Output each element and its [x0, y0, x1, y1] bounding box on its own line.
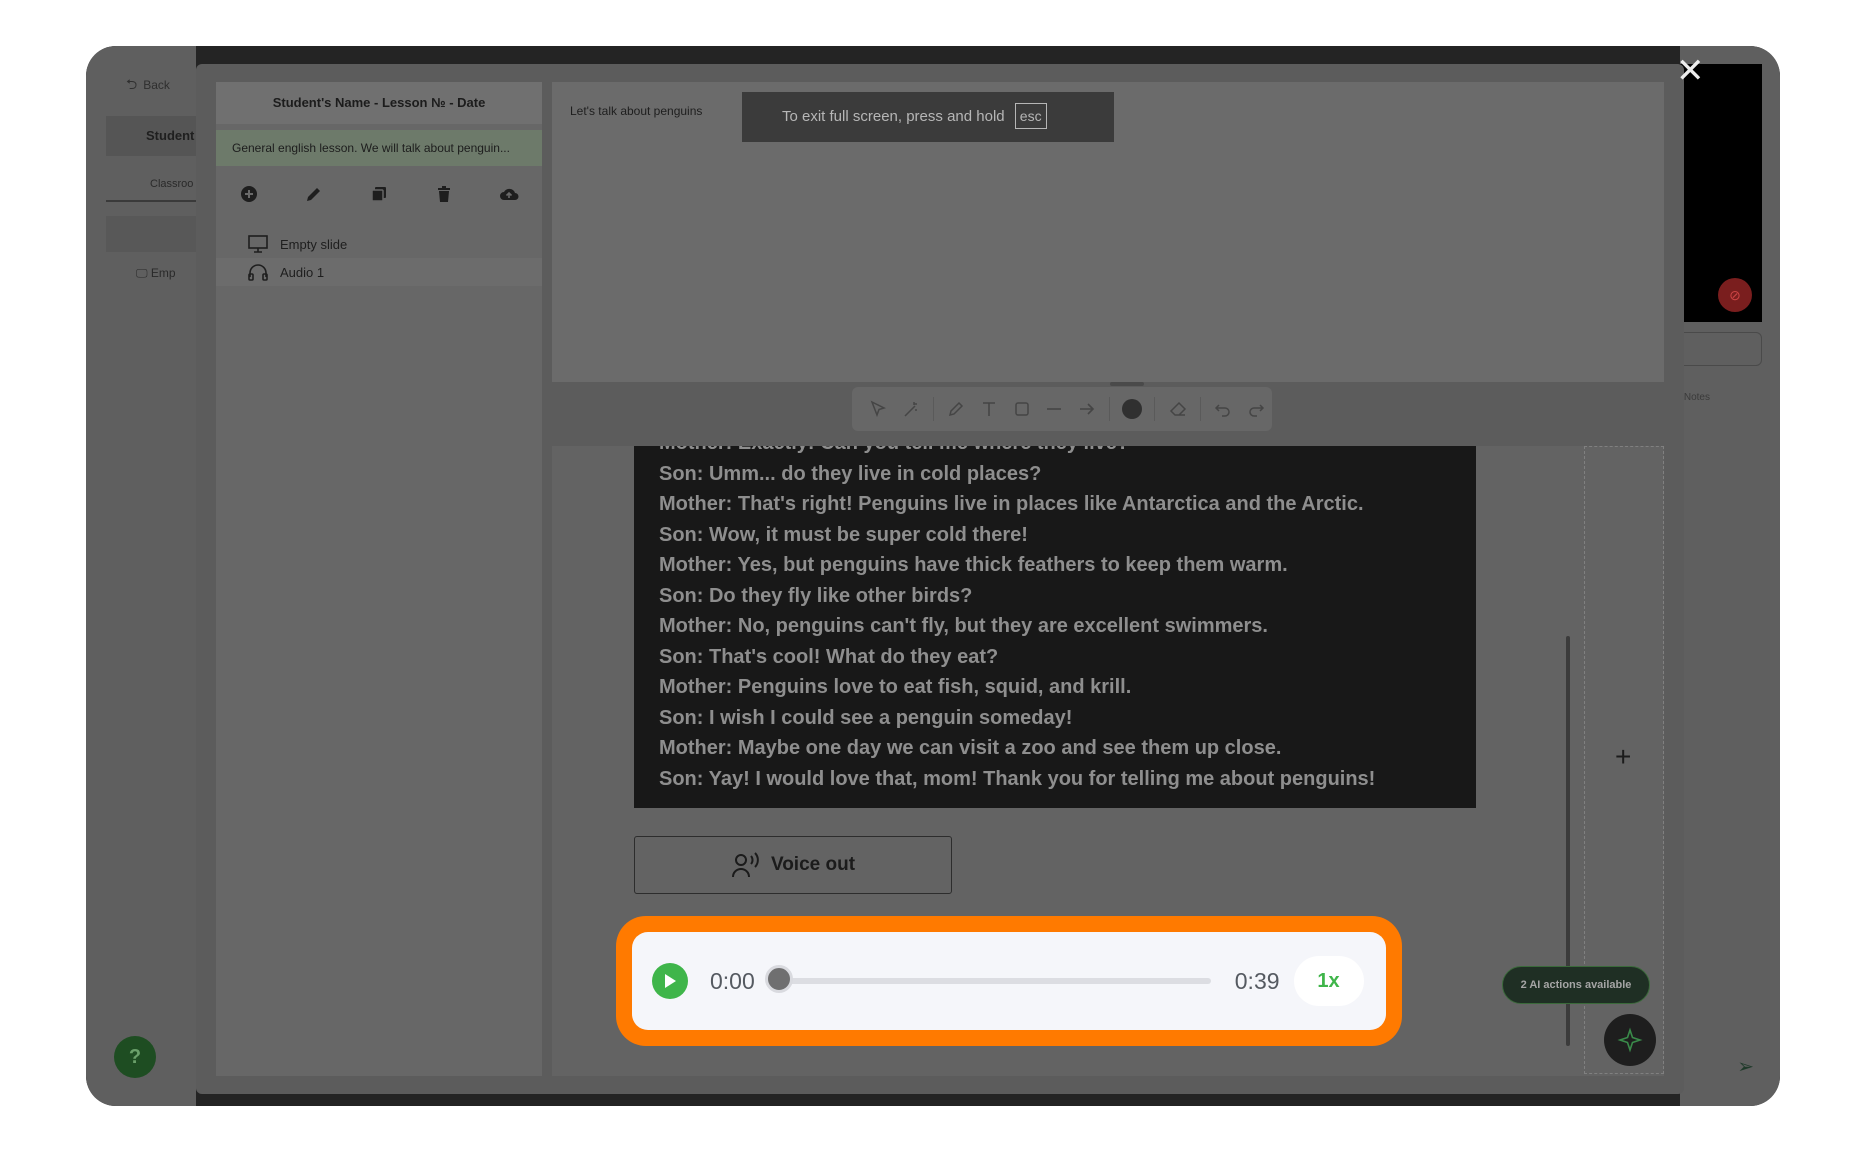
video-preview	[1672, 64, 1762, 322]
resize-handle[interactable]	[1110, 382, 1144, 386]
text-icon[interactable]	[973, 391, 1006, 427]
redo-icon[interactable]	[1239, 391, 1272, 427]
toolbar-divider	[1108, 397, 1110, 421]
transcript-line: Mother: That's right! Penguins live in p…	[659, 493, 1364, 515]
background-slide-label: Emp	[150, 266, 176, 280]
magic-wand-icon[interactable]	[895, 391, 928, 427]
fullscreen-banner: To exit full screen, press and hold esc	[742, 92, 1114, 142]
undo-icon[interactable]	[1207, 391, 1240, 427]
transcript-line: Son: That's cool! What do they eat?	[659, 645, 999, 668]
slide-preview: Let's talk about penguins To exit full s…	[552, 82, 1664, 382]
slide-heading: Let's talk about penguins	[570, 104, 703, 118]
pencil-icon[interactable]	[299, 179, 329, 209]
toolbar-divider	[933, 397, 935, 421]
transcript-line: Mother: Penguins love to eat fish, squid…	[659, 676, 1132, 698]
toolbar-divider	[1154, 397, 1156, 421]
esc-key: esc	[1014, 103, 1047, 129]
voice-out-label: Voice out	[770, 854, 856, 875]
back-label: Back	[143, 78, 170, 92]
transcript-box[interactable]: Mother: Exactly! Can you tell me where t…	[634, 446, 1476, 808]
monitor-icon: 🖵	[136, 266, 148, 280]
transcript-line: Son: Wow, it must be super cold there!	[659, 523, 1028, 546]
transcript-line: Mother: Exactly! Can you tell me where t…	[634, 446, 1476, 459]
slide-item-label: Audio 1	[280, 264, 325, 280]
back-arrow-icon: ⮌	[126, 76, 138, 92]
slide-list: Empty slide Audio 1	[216, 230, 542, 286]
pen-icon[interactable]	[940, 391, 973, 427]
cursor-icon[interactable]	[862, 391, 895, 427]
student-tab[interactable]: Student	[106, 116, 196, 156]
slide-item-audio[interactable]: Audio 1	[216, 258, 542, 286]
drawing-toolbar	[852, 387, 1272, 431]
trash-icon[interactable]	[429, 179, 459, 209]
playback-speed-button[interactable]: 1x	[1293, 956, 1364, 1006]
slide-item-label: Empty slide	[280, 236, 348, 252]
ai-actions-badge[interactable]: 2 AI actions available	[1502, 966, 1650, 1004]
sparkle-icon	[1617, 1027, 1643, 1053]
eraser-icon[interactable]	[1161, 391, 1194, 427]
background-slot	[106, 216, 196, 252]
add-icon[interactable]: +	[1615, 743, 1631, 771]
arrow-icon[interactable]	[1070, 391, 1103, 427]
slide-item-empty[interactable]: Empty slide	[216, 230, 542, 258]
transcript-line: Mother: No, penguins can't fly, but they…	[659, 615, 1268, 637]
voice-out-button[interactable]: Voice out	[634, 836, 952, 894]
transcript-line: Son: Yay! I would love that, mom! Thank …	[659, 767, 1376, 790]
transcript-line: Mother: Yes, but penguins have thick fea…	[659, 554, 1288, 576]
duration: 0:39	[1234, 967, 1280, 994]
notes-tab[interactable]: Notes	[1684, 392, 1710, 403]
transcript-line: Son: Do they fly like other birds?	[659, 584, 973, 607]
lesson-description: General english lesson. We will talk abo…	[216, 130, 542, 166]
slide-tools	[216, 174, 542, 214]
back-link[interactable]: ⮌ Back	[126, 74, 170, 98]
transcript-line: Mother: Maybe one day we can visit a zoo…	[659, 737, 1282, 759]
lesson-panel: Student's Name - Lesson № - Date General…	[216, 82, 542, 1076]
plus-icon[interactable]	[234, 179, 264, 209]
send-icon[interactable]: ➢	[1737, 1054, 1754, 1079]
copy-icon[interactable]	[364, 179, 394, 209]
headphones-icon	[248, 263, 272, 281]
play-button[interactable]	[652, 963, 688, 999]
seek-knob[interactable]	[764, 965, 793, 993]
audio-player-highlight: 0:00 0:39 1x	[616, 916, 1402, 1046]
transcript-line: Son: Umm... do they live in cold places?	[659, 462, 1042, 485]
seek-bar[interactable]	[764, 965, 1211, 993]
classroom-tab[interactable]: Classroo	[106, 166, 196, 202]
background-slide-item[interactable]: 🖵 Emp	[136, 266, 176, 281]
rectangle-icon[interactable]	[1005, 391, 1038, 427]
current-time: 0:00	[710, 967, 755, 994]
camera-off-icon[interactable]: ⊘	[1718, 278, 1752, 312]
transcript-line: Son: I wish I could see a penguin someda…	[659, 706, 1073, 729]
help-button[interactable]: ?	[114, 1036, 156, 1078]
close-fullscreen-icon[interactable]: ✕	[1676, 54, 1705, 88]
play-icon	[665, 974, 676, 988]
background-right-panel: ⊘ ing Notes ➢	[1666, 46, 1780, 1106]
color-dot-icon[interactable]	[1116, 391, 1149, 427]
fullscreen-banner-text: To exit full screen, press and hold	[782, 108, 1005, 125]
monitor-icon	[248, 235, 272, 253]
toolbar-divider	[1199, 397, 1201, 421]
ai-sparkle-button[interactable]	[1604, 1014, 1656, 1066]
line-icon[interactable]	[1038, 391, 1071, 427]
cloud-upload-icon[interactable]	[494, 179, 524, 209]
lesson-title: Student's Name - Lesson № - Date	[216, 82, 542, 124]
audio-player: 0:00 0:39 1x	[632, 932, 1386, 1030]
background-sidebar: ⮌ Back Student Classroo 🖵 Emp	[86, 46, 196, 1106]
voice-speaker-icon	[731, 852, 759, 878]
